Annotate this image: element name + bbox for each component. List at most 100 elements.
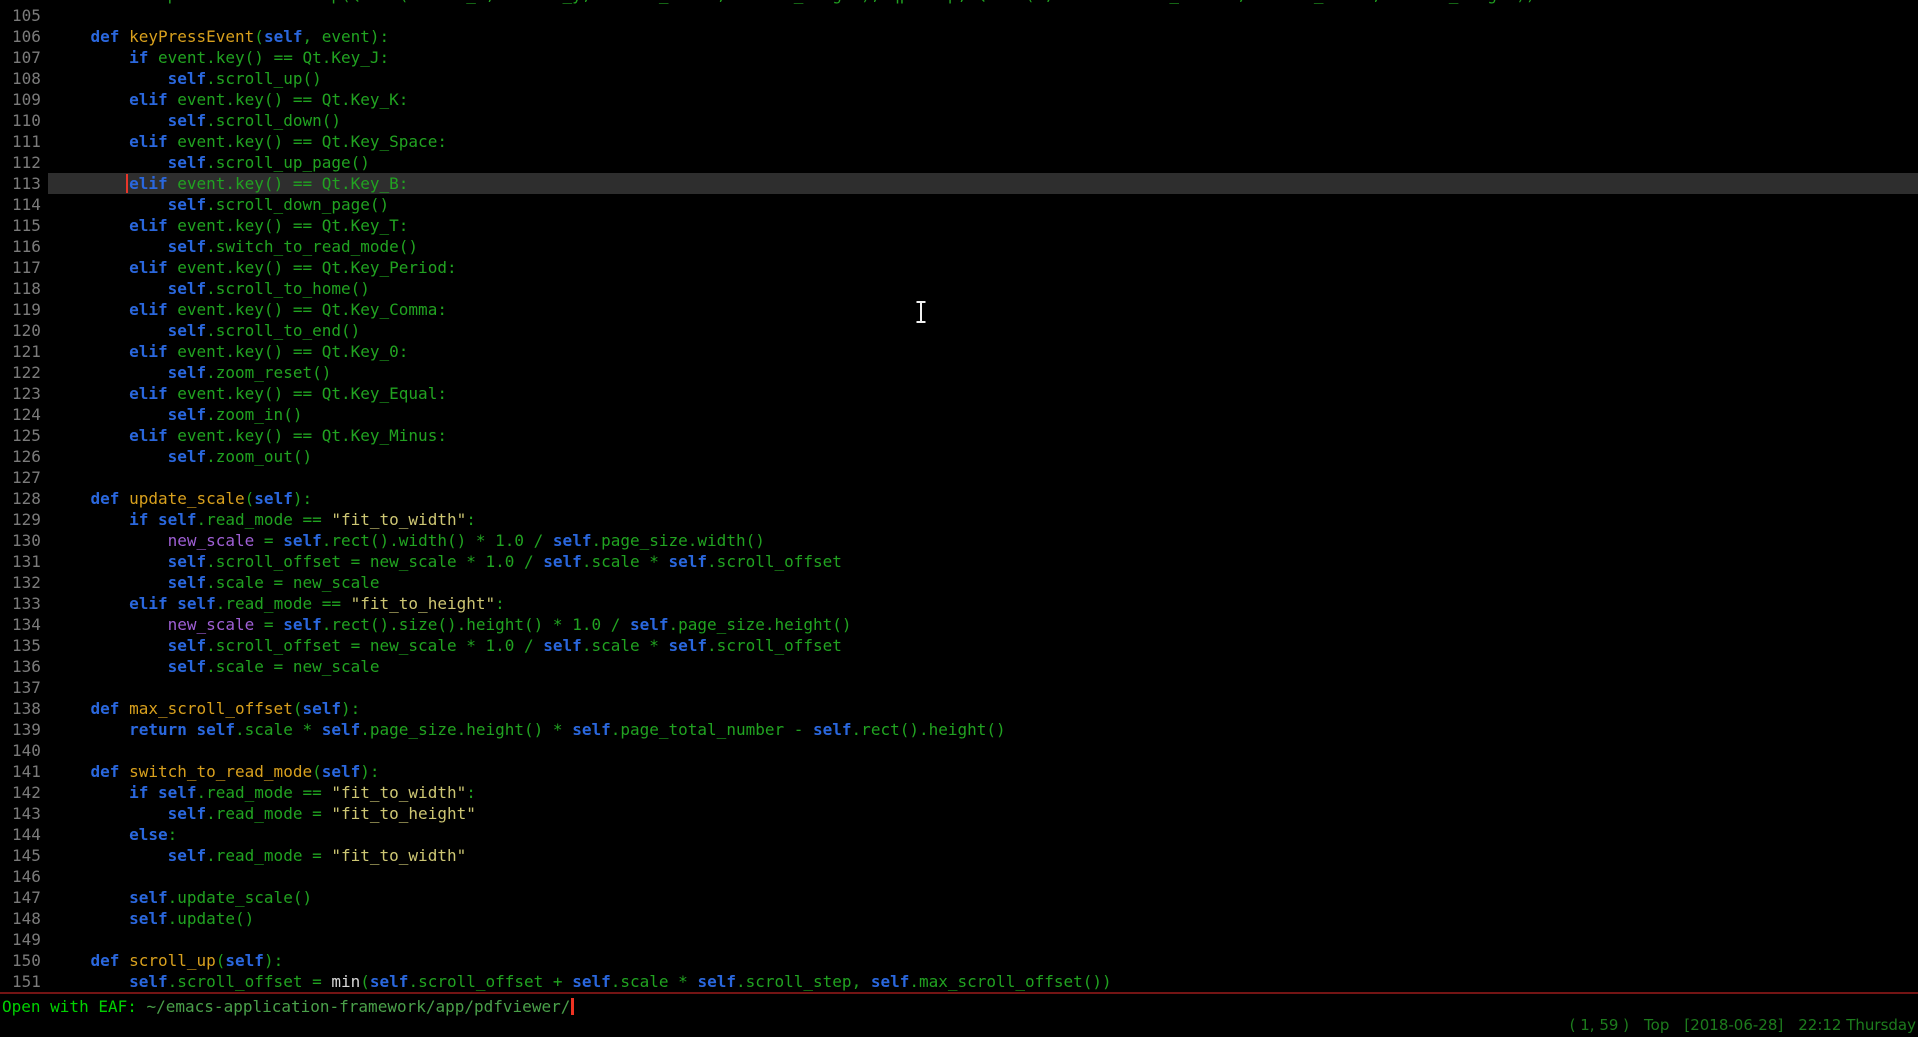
code-line[interactable]: 127 bbox=[0, 467, 1918, 488]
code-line[interactable]: 145 self.read_mode = "fit_to_width" bbox=[0, 845, 1918, 866]
code-token: .scroll_offset = bbox=[168, 972, 332, 991]
code-token: scroll_up bbox=[129, 951, 216, 970]
line-number: 110 bbox=[0, 110, 48, 131]
code-text: elif event.key() == Qt.Key_B: bbox=[48, 173, 1918, 194]
code-line[interactable]: 112 self.scroll_up_page() bbox=[0, 152, 1918, 173]
code-line[interactable]: 143 self.read_mode = "fit_to_height" bbox=[0, 803, 1918, 824]
code-line[interactable]: 130 new_scale = self.rect().width() * 1.… bbox=[0, 530, 1918, 551]
code-line[interactable]: 144 else: bbox=[0, 824, 1918, 845]
code-line[interactable]: 108 self.scroll_up() bbox=[0, 68, 1918, 89]
code-line[interactable]: 110 self.scroll_down() bbox=[0, 110, 1918, 131]
code-line[interactable]: 115 elif event.key() == Qt.Key_T: bbox=[0, 215, 1918, 236]
mode-line-separator bbox=[0, 992, 1918, 994]
code-token: event.key() == Qt.Key_0: bbox=[177, 342, 408, 361]
code-line[interactable]: 124 self.zoom_in() bbox=[0, 404, 1918, 425]
code-line[interactable]: 123 elif event.key() == Qt.Key_Equal: bbox=[0, 383, 1918, 404]
code-token: .scroll_up() bbox=[206, 69, 322, 88]
code-token bbox=[52, 804, 168, 823]
code-token: self bbox=[370, 972, 409, 991]
code-line[interactable]: 140 bbox=[0, 740, 1918, 761]
code-token bbox=[52, 594, 129, 613]
code-line[interactable]: 148 self.update() bbox=[0, 908, 1918, 929]
line-number: 105 bbox=[0, 5, 48, 26]
code-text: elif event.key() == Qt.Key_Period: bbox=[48, 257, 1918, 278]
code-text: new_scale = self.rect().size().height() … bbox=[48, 614, 1918, 635]
code-line[interactable]: 139 return self.scale * self.page_size.h… bbox=[0, 719, 1918, 740]
code-token bbox=[52, 552, 168, 571]
code-line[interactable]: 105 bbox=[0, 5, 1918, 26]
code-line[interactable]: 149 bbox=[0, 929, 1918, 950]
code-line[interactable]: 128 def update_scale(self): bbox=[0, 488, 1918, 509]
code-line[interactable]: 111 elif event.key() == Qt.Key_Space: bbox=[0, 131, 1918, 152]
code-text: if self.read_mode == "fit_to_width": bbox=[48, 509, 1918, 530]
code-token: switch_to_read_mode bbox=[129, 762, 312, 781]
code-line[interactable]: 122 self.zoom_reset() bbox=[0, 362, 1918, 383]
code-token: .page_size.width() bbox=[591, 531, 764, 550]
code-line[interactable]: 114 self.scroll_down_page() bbox=[0, 194, 1918, 215]
code-token: self bbox=[543, 552, 582, 571]
code-line[interactable]: 133 elif self.read_mode == "fit_to_heigh… bbox=[0, 593, 1918, 614]
code-line[interactable]: 150 def scroll_up(self): bbox=[0, 950, 1918, 971]
code-token bbox=[52, 573, 168, 592]
code-line[interactable]: 117 elif event.key() == Qt.Key_Period: bbox=[0, 257, 1918, 278]
code-line[interactable]: 120 self.scroll_to_end() bbox=[0, 320, 1918, 341]
code-line[interactable]: 141 def switch_to_read_mode(self): bbox=[0, 761, 1918, 782]
code-token: ( bbox=[245, 489, 255, 508]
date-indicator: [2018-06-28] bbox=[1684, 1016, 1783, 1034]
code-token bbox=[52, 636, 168, 655]
code-token: .scale * bbox=[582, 552, 669, 571]
code-token: elif bbox=[129, 90, 177, 109]
code-line[interactable]: 121 elif event.key() == Qt.Key_0: bbox=[0, 341, 1918, 362]
code-token: .scroll_offset = new_scale * 1.0 / bbox=[206, 636, 543, 655]
code-line[interactable]: 132 self.scale = new_scale bbox=[0, 572, 1918, 593]
code-line[interactable]: 107 if event.key() == Qt.Key_J: bbox=[0, 47, 1918, 68]
line-number: 116 bbox=[0, 236, 48, 257]
code-token: "fit_to_height" bbox=[351, 594, 496, 613]
code-text bbox=[48, 740, 1918, 761]
code-token: if bbox=[129, 48, 158, 67]
code-token: .update() bbox=[168, 909, 255, 928]
code-token: event.key() == Qt.Key_B: bbox=[177, 174, 408, 193]
code-line[interactable]: 136 self.scale = new_scale bbox=[0, 656, 1918, 677]
code-token: painter.drawPixmap(QRect(render_x, rende… bbox=[52, 0, 1535, 4]
code-token bbox=[52, 363, 168, 382]
code-line[interactable]: 129 if self.read_mode == "fit_to_width": bbox=[0, 509, 1918, 530]
code-token: self bbox=[158, 510, 197, 529]
line-number: 149 bbox=[0, 929, 48, 950]
code-line[interactable]: 116 self.switch_to_read_mode() bbox=[0, 236, 1918, 257]
code-line[interactable]: 142 if self.read_mode == "fit_to_width": bbox=[0, 782, 1918, 803]
code-line[interactable]: 106 def keyPressEvent(self, event): bbox=[0, 26, 1918, 47]
code-line[interactable]: 151 self.scroll_offset = min(self.scroll… bbox=[0, 971, 1918, 992]
code-line[interactable]: 113 elif event.key() == Qt.Key_B: bbox=[0, 173, 1918, 194]
code-line[interactable]: 119 elif event.key() == Qt.Key_Comma: bbox=[0, 299, 1918, 320]
code-line[interactable]: 138 def max_scroll_offset(self): bbox=[0, 698, 1918, 719]
code-token bbox=[52, 195, 168, 214]
code-line[interactable]: 126 self.zoom_out() bbox=[0, 446, 1918, 467]
code-line[interactable]: 118 self.scroll_to_home() bbox=[0, 278, 1918, 299]
code-token: def bbox=[91, 699, 130, 718]
line-number: 133 bbox=[0, 593, 48, 614]
line-number: 146 bbox=[0, 866, 48, 887]
code-line[interactable]: 137 bbox=[0, 677, 1918, 698]
code-token: elif bbox=[129, 342, 177, 361]
code-token bbox=[52, 90, 129, 109]
code-token bbox=[52, 825, 129, 844]
code-line[interactable]: 131 self.scroll_offset = new_scale * 1.0… bbox=[0, 551, 1918, 572]
code-line[interactable]: 146 bbox=[0, 866, 1918, 887]
line-number: 107 bbox=[0, 47, 48, 68]
code-line[interactable]: 125 elif event.key() == Qt.Key_Minus: bbox=[0, 425, 1918, 446]
code-token: elif bbox=[129, 132, 177, 151]
code-text: elif event.key() == Qt.Key_0: bbox=[48, 341, 1918, 362]
minibuffer-input-value[interactable]: ~/emacs-application-framework/app/pdfvie… bbox=[147, 997, 571, 1016]
code-token: self bbox=[630, 615, 669, 634]
code-line[interactable]: 135 self.scroll_offset = new_scale * 1.0… bbox=[0, 635, 1918, 656]
code-token: .scroll_to_home() bbox=[206, 279, 370, 298]
code-line[interactable]: 134 new_scale = self.rect().size().heigh… bbox=[0, 614, 1918, 635]
code-line[interactable]: 109 elif event.key() == Qt.Key_K: bbox=[0, 89, 1918, 110]
code-token: elif bbox=[129, 594, 177, 613]
code-text: self.zoom_out() bbox=[48, 446, 1918, 467]
code-token: .scale = new_scale bbox=[206, 573, 379, 592]
line-number: 130 bbox=[0, 530, 48, 551]
minibuffer[interactable]: Open with EAF: ~/emacs-application-frame… bbox=[2, 996, 1918, 1017]
code-line[interactable]: 147 self.update_scale() bbox=[0, 887, 1918, 908]
